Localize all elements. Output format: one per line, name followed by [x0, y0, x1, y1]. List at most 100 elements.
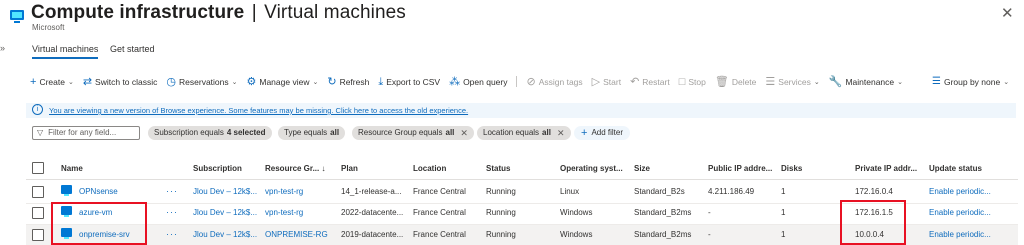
wrench-icon: 🔧 [828, 75, 843, 88]
switch-to-classic-button[interactable]: ⇄ Switch to classic [83, 76, 158, 87]
header-divider [26, 179, 1018, 180]
delete-button[interactable]: 🗑 Delete [714, 75, 757, 88]
close-icon[interactable]: ✕ [1001, 4, 1014, 22]
row-checkbox[interactable] [32, 229, 44, 241]
resource-group-link[interactable]: ONPREMISE-RG [265, 230, 328, 239]
remove-filter-icon[interactable]: ✕ [460, 126, 468, 140]
chevron-down-icon: ⌄ [1003, 78, 1010, 86]
page-title: Compute infrastructure | Virtual machine… [31, 2, 406, 24]
create-button[interactable]: + Create ⌄ [30, 76, 74, 87]
refresh-icon: ↻ [327, 75, 337, 88]
column-header-update-status[interactable]: Update status [929, 164, 982, 173]
os-cell: Linux [560, 187, 580, 196]
update-status-link[interactable]: Enable periodic... [929, 230, 991, 239]
manage-view-button[interactable]: ⚙ Manage view ⌄ [247, 76, 319, 87]
row-checkbox[interactable] [32, 207, 44, 219]
add-filter-button[interactable]: + Add filter [574, 126, 631, 140]
group-by-dropdown[interactable]: ☰ Group by none ⌄ [932, 76, 1009, 87]
command-bar: + Create ⌄ ⇄ Switch to classic ◷ Reserva… [30, 76, 903, 87]
column-header-disks[interactable]: Disks [781, 164, 802, 173]
os-cell: Windows [560, 230, 593, 239]
size-cell: Standard_B2ms [634, 230, 692, 239]
resource-group-link[interactable]: vpn-test-rg [265, 208, 303, 217]
location-cell: France Central [413, 230, 466, 239]
location-filter-pill[interactable]: Location equals all ✕ [477, 126, 571, 140]
row-more-button[interactable]: ··· [166, 186, 178, 196]
type-filter-key: Type equals [284, 128, 328, 137]
annotation-box-private-ips [840, 200, 906, 245]
subscription-link[interactable]: Jlou Dev – 12k$... [193, 187, 257, 196]
plus-icon: + [581, 127, 588, 139]
column-header-status[interactable]: Status [486, 164, 510, 173]
group-list-icon: ☰ [932, 76, 941, 87]
column-header-private-ip[interactable]: Private IP addr... [855, 164, 917, 173]
select-all-checkbox[interactable] [32, 162, 44, 174]
column-header-location[interactable]: Location [413, 164, 446, 173]
play-icon: ▷ [591, 75, 601, 88]
more-options-button[interactable]: ··· [288, 4, 303, 18]
column-header-size[interactable]: Size [634, 164, 650, 173]
vm-name-link[interactable]: OPNsense [79, 187, 118, 196]
chevron-down-icon: ⌄ [67, 78, 74, 86]
update-status-link[interactable]: Enable periodic... [929, 187, 991, 196]
group-by-label: Group by none [943, 76, 1001, 87]
column-header-name[interactable]: Name [61, 164, 83, 173]
reservations-button[interactable]: ◷ Reservations ⌄ [166, 76, 237, 87]
restart-icon: ↶ [630, 75, 640, 88]
annotation-box-vm-names [51, 202, 147, 245]
subscription-filter-pill[interactable]: Subscription equals 4 selected [148, 126, 272, 140]
resource-group-filter-value: all [445, 128, 455, 137]
resource-group-link[interactable]: vpn-test-rg [265, 187, 303, 196]
resource-group-filter-pill[interactable]: Resource Group equals all ✕ [352, 126, 474, 140]
assign-tags-label: Assign tags [538, 76, 583, 87]
column-header-subscription[interactable]: Subscription [193, 164, 242, 173]
subscription-link[interactable]: Jlou Dev – 12k$... [193, 208, 257, 217]
size-cell: Standard_B2s [634, 187, 685, 196]
subscription-link[interactable]: Jlou Dev – 12k$... [193, 230, 257, 239]
filter-search-input[interactable]: ▽ Filter for any field... [32, 126, 140, 140]
column-header-public-ip[interactable]: Public IP addre... [708, 164, 772, 173]
status-cell: Running [486, 208, 516, 217]
filter-placeholder: Filter for any field... [48, 128, 117, 137]
column-header-plan[interactable]: Plan [341, 164, 358, 173]
type-filter-pill[interactable]: Type equals all [278, 126, 346, 140]
private-ip-cell: 172.16.0.4 [855, 187, 893, 196]
trash-icon: 🗑 [714, 75, 729, 88]
column-header-resource-group[interactable]: Resource Gr... ↓ [265, 164, 325, 173]
restart-button[interactable]: ↶ Restart [630, 75, 670, 88]
tab-get-started[interactable]: Get started [110, 44, 155, 54]
page-title-main: Compute infrastructure [31, 2, 245, 23]
create-label: Create [39, 76, 65, 87]
subscription-filter-key: Subscription equals [154, 128, 224, 137]
query-icon: ⁂ [449, 75, 461, 88]
start-button[interactable]: ▷ Start [591, 75, 621, 88]
refresh-button[interactable]: ↻ Refresh [327, 75, 370, 88]
open-query-button[interactable]: ⁂ Open query [449, 75, 507, 88]
os-cell: Windows [560, 208, 593, 217]
maintenance-button[interactable]: 🔧 Maintenance ⌄ [828, 75, 903, 88]
column-header-os[interactable]: Operating syst... [560, 164, 623, 173]
export-csv-label: Export to CSV [386, 76, 441, 87]
row-more-button[interactable]: ··· [166, 207, 178, 217]
stop-label: Stop [688, 76, 706, 87]
stop-button[interactable]: □ Stop [679, 76, 706, 87]
location-filter-value: all [542, 128, 551, 137]
row-more-button[interactable]: ··· [166, 229, 178, 239]
old-experience-link[interactable]: You are viewing a new version of Browse … [49, 106, 468, 115]
disks-cell: 1 [781, 230, 786, 239]
refresh-label: Refresh [339, 76, 370, 87]
publisher-label: Microsoft [32, 23, 65, 32]
export-csv-button[interactable]: ⤓ Export to CSV [378, 76, 441, 87]
page-title-sub: Virtual machines [264, 2, 406, 23]
services-button[interactable]: ☰ Services ⌄ [765, 76, 819, 87]
tab-virtual-machines[interactable]: Virtual machines [32, 44, 98, 54]
public-ip-cell: - [708, 230, 711, 239]
location-cell: France Central [413, 187, 466, 196]
expand-sidebar-icon[interactable]: » [0, 43, 5, 53]
row-checkbox[interactable] [32, 186, 44, 198]
location-cell: France Central [413, 208, 466, 217]
assign-tags-button[interactable]: ⊘ Assign tags [526, 76, 583, 87]
type-filter-value: all [330, 128, 340, 137]
update-status-link[interactable]: Enable periodic... [929, 208, 991, 217]
remove-filter-icon[interactable]: ✕ [557, 126, 565, 140]
